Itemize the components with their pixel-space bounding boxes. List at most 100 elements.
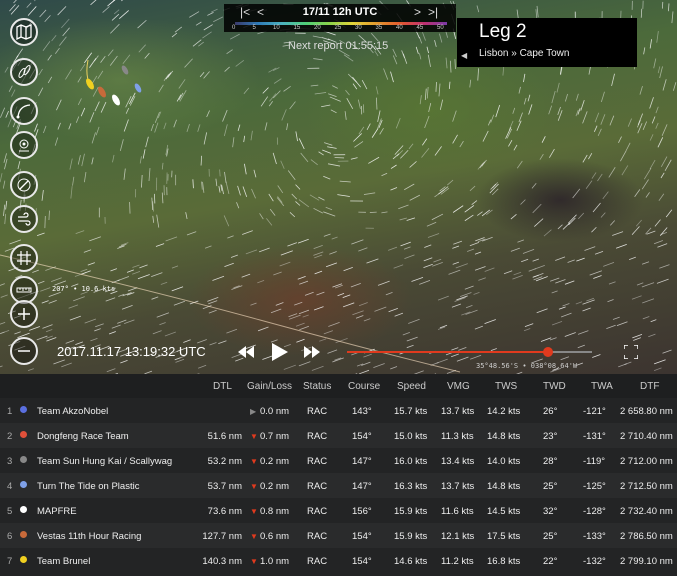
column-header-dtf[interactable]: DTF: [640, 381, 659, 392]
compass-icon: [17, 178, 31, 192]
fullscreen-icon: [624, 345, 638, 359]
tws: 16.8 kts: [487, 556, 521, 567]
status: RAC: [307, 406, 328, 417]
grid-button[interactable]: [10, 244, 38, 272]
boat-ttop[interactable]: [133, 82, 142, 93]
team-color-dot: [20, 506, 27, 513]
table-row[interactable]: 1 Team AkzoNobel ▶ 0.0 nm RAC 143° 15.7 kts 13.…: [0, 398, 677, 423]
column-header-twa[interactable]: TWA: [591, 381, 613, 392]
wind-icon: [18, 212, 31, 226]
map-layers-button[interactable]: [10, 18, 38, 46]
route-icon: [16, 104, 31, 119]
forecast-time-bar: |< < 17/11 12h UTC > >| 0 5 10 15 20 25 30 35 40…: [224, 4, 456, 32]
speed: 16.0 kts: [394, 456, 428, 467]
status: RAC: [307, 481, 328, 492]
wind-readout: 207° • 10.6 kts: [52, 285, 116, 293]
timeline-handle[interactable]: [542, 347, 553, 357]
zoom-in-button[interactable]: [10, 300, 38, 328]
race-tracker-app: |< < 17/11 12h UTC > >| 0 5 10 15 20 25 30 35 40…: [0, 0, 677, 576]
twa: -121°: [583, 406, 606, 417]
wind-button[interactable]: [10, 205, 38, 233]
status: RAC: [307, 456, 328, 467]
team-name: Team AkzoNobel: [37, 406, 109, 417]
scale-label: 40: [396, 25, 403, 31]
boats-icon: [18, 65, 31, 78]
table-row[interactable]: 4 Turn The Tide on Plastic 53.7 nm ▼ 0.2 nm R…: [0, 473, 677, 498]
flat-indicator-icon: ▶: [250, 407, 257, 416]
rank: 2: [7, 431, 13, 442]
wind-scale-labels: 0 5 10 15 20 25 30 35 40 45 50: [232, 25, 452, 33]
status: RAC: [307, 506, 328, 517]
table-header: DTL Gain/Loss Status Course Speed VMG TWS TWD TW…: [0, 374, 677, 398]
timeline-slider[interactable]: [347, 347, 592, 357]
route-button[interactable]: [10, 97, 38, 125]
column-header-dtl[interactable]: DTL: [213, 381, 232, 392]
course: 147°: [352, 456, 372, 467]
boats-button[interactable]: [10, 58, 38, 86]
column-header-course[interactable]: Course: [348, 381, 380, 392]
dtl: 127.7 nm: [202, 531, 242, 542]
dtf: 2 710.40 nm: [620, 431, 673, 442]
scale-label: 35: [375, 25, 383, 31]
status: RAC: [307, 531, 328, 542]
scale-label: 15: [293, 25, 301, 31]
boat-markers: [84, 60, 142, 106]
speed: 16.3 kts: [394, 481, 428, 492]
course: 154°: [352, 556, 372, 567]
play-icon: [272, 343, 288, 361]
dtf: 2 799.10 nm: [620, 556, 673, 567]
twa: -131°: [583, 431, 606, 442]
play-button[interactable]: [272, 343, 288, 361]
next-forecast-button[interactable]: >: [414, 5, 421, 19]
boat-mapfre[interactable]: [110, 93, 121, 106]
loss-arrow-icon: ▼: [250, 482, 258, 491]
team-name: Turn The Tide on Plastic: [37, 481, 140, 492]
rewind-button[interactable]: [238, 346, 254, 358]
fast-forward-button[interactable]: [304, 346, 320, 358]
table-row[interactable]: 7 Team Brunel 140.3 nm ▼ 1.0 nm RAC 154° 14.6 k…: [0, 548, 677, 573]
boat-brunel[interactable]: [84, 77, 95, 90]
twd: 28°: [543, 456, 558, 467]
boat-vestas[interactable]: [96, 85, 107, 98]
column-header-speed[interactable]: Speed: [397, 381, 426, 392]
table-row[interactable]: 6 Vestas 11th Hour Racing 127.7 nm ▼ 0.6 nm R…: [0, 523, 677, 548]
zoom-in-icon: [18, 308, 30, 320]
rank: 6: [7, 531, 13, 542]
cursor-coordinates: 35°48.56'S • 038°08.64'W: [476, 362, 578, 370]
boat-scallywag[interactable]: [120, 64, 129, 75]
team-name: Team Sun Hung Kai / Scallywag: [37, 456, 173, 467]
map-icon: [16, 24, 32, 40]
twa: -119°: [583, 456, 606, 467]
compass-button[interactable]: [10, 171, 38, 199]
dtl: 73.6 nm: [207, 506, 242, 517]
table-row[interactable]: 5 MAPFRE 73.6 nm ▼ 0.8 nm RAC 156° 15.9 kts 11.6…: [0, 498, 677, 523]
timeline-progress: [347, 351, 548, 353]
table-row[interactable]: 3 Team Sun Hung Kai / Scallywag 53.2 nm ▼ 0.…: [0, 448, 677, 473]
column-header-vmg[interactable]: VMG: [447, 381, 470, 392]
gain-loss: 0.2 nm: [260, 481, 290, 492]
rank: 4: [7, 481, 13, 492]
gain-loss: 1.0 nm: [260, 556, 290, 567]
rank: 1: [7, 406, 13, 417]
column-header-twd[interactable]: TWD: [543, 381, 566, 392]
twa: -128°: [583, 506, 606, 517]
wind-map[interactable]: |< < 17/11 12h UTC > >| 0 5 10 15 20 25 30 35 40…: [0, 0, 677, 374]
dtl: 51.6 nm: [207, 431, 242, 442]
leg-prev-arrow[interactable]: ◀: [461, 51, 467, 60]
column-header-status[interactable]: Status: [303, 381, 331, 392]
column-header-tws[interactable]: TWS: [495, 381, 517, 392]
last-forecast-button[interactable]: >|: [428, 5, 438, 19]
fullscreen-button[interactable]: [624, 345, 638, 359]
twa: -133°: [583, 531, 606, 542]
vmg: 11.3 kts: [441, 431, 474, 442]
course: 147°: [352, 481, 372, 492]
column-header-gain-loss[interactable]: Gain/Loss: [247, 381, 292, 392]
twd: 26°: [543, 406, 558, 417]
twa: -132°: [583, 556, 606, 567]
focus-button[interactable]: [10, 131, 38, 159]
twd: 25°: [543, 481, 558, 492]
rank: 3: [7, 456, 13, 467]
leg-panel[interactable]: Leg 2 ◀ Lisbon » Cape Town: [457, 18, 637, 67]
zoom-out-button[interactable]: [10, 337, 38, 365]
table-row[interactable]: 2 Dongfeng Race Team 51.6 nm ▼ 0.7 nm RAC 154°…: [0, 423, 677, 448]
